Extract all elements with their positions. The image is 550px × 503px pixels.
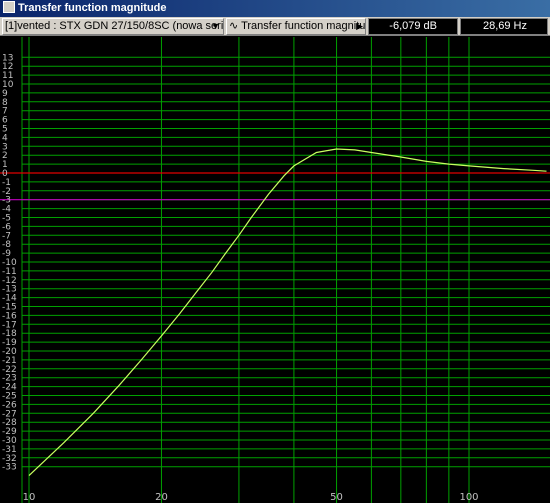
toolbar: [1]vented : STX GDN 27/150/8SC (nowa ser…	[0, 17, 550, 36]
plot-background	[0, 37, 550, 503]
chevron-right-icon: ▶	[356, 21, 363, 31]
x-tick-label: 100	[459, 492, 478, 503]
speaker-select[interactable]: [1]vented : STX GDN 27/150/8SC (nowa ser…	[2, 18, 224, 35]
hz-readout: 28,69 Hz	[460, 18, 548, 35]
x-tick-label: 10	[23, 492, 36, 503]
speaker-select-label: [1]vented : STX GDN 27/150/8SC (nowa ser…	[5, 20, 224, 32]
db-readout: -6,079 dB	[368, 18, 458, 35]
window-title: Transfer function magnitude	[18, 2, 167, 14]
x-tick-label: 50	[330, 492, 343, 503]
window-icon	[3, 1, 15, 14]
function-select-label: Transfer function magnitude	[241, 20, 366, 32]
function-select[interactable]: ∿ Transfer function magnitude ▶	[226, 18, 366, 35]
title-bar[interactable]: Transfer function magnitude	[0, 0, 550, 17]
plot-window: Transfer function magnitude [1]vented : …	[0, 0, 550, 503]
x-tick-label: 20	[155, 492, 168, 503]
chevron-down-icon: ▼	[211, 21, 220, 31]
plot-area[interactable]: 131211109876543210-1-2-3-4-5-6-7-8-9-10-…	[0, 37, 550, 503]
sine-wave-icon: ∿	[229, 20, 239, 32]
y-tick-label: -33	[2, 463, 17, 473]
